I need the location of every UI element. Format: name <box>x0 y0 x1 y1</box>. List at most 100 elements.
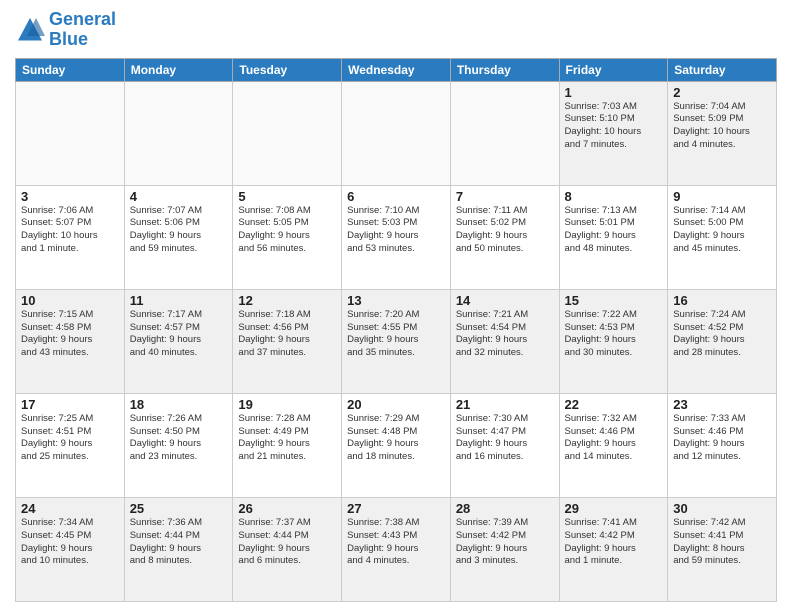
calendar-table: SundayMondayTuesdayWednesdayThursdayFrid… <box>15 58 777 602</box>
day-number: 12 <box>238 293 336 308</box>
calendar-day-cell: 19Sunrise: 7:28 AM Sunset: 4:49 PM Dayli… <box>233 393 342 497</box>
day-info: Sunrise: 7:07 AM Sunset: 5:06 PM Dayligh… <box>130 205 228 256</box>
calendar-day-cell: 29Sunrise: 7:41 AM Sunset: 4:42 PM Dayli… <box>559 497 668 601</box>
day-info: Sunrise: 7:10 AM Sunset: 5:03 PM Dayligh… <box>347 205 445 256</box>
weekday-header-monday: Monday <box>124 58 233 81</box>
day-info: Sunrise: 7:13 AM Sunset: 5:01 PM Dayligh… <box>565 205 663 256</box>
day-info: Sunrise: 7:36 AM Sunset: 4:44 PM Dayligh… <box>130 517 228 568</box>
day-info: Sunrise: 7:08 AM Sunset: 5:05 PM Dayligh… <box>238 205 336 256</box>
day-info: Sunrise: 7:30 AM Sunset: 4:47 PM Dayligh… <box>456 413 554 464</box>
calendar-day-cell: 2Sunrise: 7:04 AM Sunset: 5:09 PM Daylig… <box>668 81 777 185</box>
day-info: Sunrise: 7:11 AM Sunset: 5:02 PM Dayligh… <box>456 205 554 256</box>
day-info: Sunrise: 7:17 AM Sunset: 4:57 PM Dayligh… <box>130 309 228 360</box>
calendar-day-cell: 4Sunrise: 7:07 AM Sunset: 5:06 PM Daylig… <box>124 185 233 289</box>
weekday-header-row: SundayMondayTuesdayWednesdayThursdayFrid… <box>16 58 777 81</box>
day-number: 30 <box>673 501 771 516</box>
day-info: Sunrise: 7:34 AM Sunset: 4:45 PM Dayligh… <box>21 517 119 568</box>
day-number: 14 <box>456 293 554 308</box>
day-info: Sunrise: 7:41 AM Sunset: 4:42 PM Dayligh… <box>565 517 663 568</box>
day-info: Sunrise: 7:15 AM Sunset: 4:58 PM Dayligh… <box>21 309 119 360</box>
day-info: Sunrise: 7:03 AM Sunset: 5:10 PM Dayligh… <box>565 101 663 152</box>
header: General Blue <box>15 10 777 50</box>
day-number: 22 <box>565 397 663 412</box>
calendar-day-cell: 20Sunrise: 7:29 AM Sunset: 4:48 PM Dayli… <box>342 393 451 497</box>
day-info: Sunrise: 7:38 AM Sunset: 4:43 PM Dayligh… <box>347 517 445 568</box>
day-info: Sunrise: 7:33 AM Sunset: 4:46 PM Dayligh… <box>673 413 771 464</box>
calendar-day-cell: 3Sunrise: 7:06 AM Sunset: 5:07 PM Daylig… <box>16 185 125 289</box>
day-info: Sunrise: 7:42 AM Sunset: 4:41 PM Dayligh… <box>673 517 771 568</box>
day-number: 16 <box>673 293 771 308</box>
calendar-day-cell: 12Sunrise: 7:18 AM Sunset: 4:56 PM Dayli… <box>233 289 342 393</box>
day-number: 2 <box>673 85 771 100</box>
calendar-day-cell: 17Sunrise: 7:25 AM Sunset: 4:51 PM Dayli… <box>16 393 125 497</box>
day-info: Sunrise: 7:20 AM Sunset: 4:55 PM Dayligh… <box>347 309 445 360</box>
logo-icon <box>15 15 45 45</box>
weekday-header-thursday: Thursday <box>450 58 559 81</box>
weekday-header-friday: Friday <box>559 58 668 81</box>
day-info: Sunrise: 7:21 AM Sunset: 4:54 PM Dayligh… <box>456 309 554 360</box>
calendar-day-cell <box>16 81 125 185</box>
calendar-day-cell: 8Sunrise: 7:13 AM Sunset: 5:01 PM Daylig… <box>559 185 668 289</box>
day-number: 18 <box>130 397 228 412</box>
calendar-day-cell: 15Sunrise: 7:22 AM Sunset: 4:53 PM Dayli… <box>559 289 668 393</box>
day-number: 27 <box>347 501 445 516</box>
day-info: Sunrise: 7:18 AM Sunset: 4:56 PM Dayligh… <box>238 309 336 360</box>
calendar-week-row: 3Sunrise: 7:06 AM Sunset: 5:07 PM Daylig… <box>16 185 777 289</box>
day-number: 24 <box>21 501 119 516</box>
day-info: Sunrise: 7:22 AM Sunset: 4:53 PM Dayligh… <box>565 309 663 360</box>
day-number: 23 <box>673 397 771 412</box>
calendar-day-cell: 27Sunrise: 7:38 AM Sunset: 4:43 PM Dayli… <box>342 497 451 601</box>
calendar-day-cell: 11Sunrise: 7:17 AM Sunset: 4:57 PM Dayli… <box>124 289 233 393</box>
logo: General Blue <box>15 10 116 50</box>
calendar-day-cell <box>233 81 342 185</box>
calendar-day-cell: 28Sunrise: 7:39 AM Sunset: 4:42 PM Dayli… <box>450 497 559 601</box>
calendar-week-row: 1Sunrise: 7:03 AM Sunset: 5:10 PM Daylig… <box>16 81 777 185</box>
calendar-day-cell: 16Sunrise: 7:24 AM Sunset: 4:52 PM Dayli… <box>668 289 777 393</box>
day-number: 15 <box>565 293 663 308</box>
weekday-header-sunday: Sunday <box>16 58 125 81</box>
calendar-day-cell: 13Sunrise: 7:20 AM Sunset: 4:55 PM Dayli… <box>342 289 451 393</box>
calendar-week-row: 17Sunrise: 7:25 AM Sunset: 4:51 PM Dayli… <box>16 393 777 497</box>
day-number: 7 <box>456 189 554 204</box>
weekday-header-saturday: Saturday <box>668 58 777 81</box>
calendar-day-cell: 26Sunrise: 7:37 AM Sunset: 4:44 PM Dayli… <box>233 497 342 601</box>
day-number: 25 <box>130 501 228 516</box>
calendar-week-row: 24Sunrise: 7:34 AM Sunset: 4:45 PM Dayli… <box>16 497 777 601</box>
day-number: 11 <box>130 293 228 308</box>
calendar-day-cell: 14Sunrise: 7:21 AM Sunset: 4:54 PM Dayli… <box>450 289 559 393</box>
day-info: Sunrise: 7:29 AM Sunset: 4:48 PM Dayligh… <box>347 413 445 464</box>
day-number: 8 <box>565 189 663 204</box>
calendar-day-cell: 22Sunrise: 7:32 AM Sunset: 4:46 PM Dayli… <box>559 393 668 497</box>
day-number: 29 <box>565 501 663 516</box>
day-number: 13 <box>347 293 445 308</box>
day-number: 3 <box>21 189 119 204</box>
calendar-day-cell: 30Sunrise: 7:42 AM Sunset: 4:41 PM Dayli… <box>668 497 777 601</box>
calendar-day-cell: 18Sunrise: 7:26 AM Sunset: 4:50 PM Dayli… <box>124 393 233 497</box>
calendar-week-row: 10Sunrise: 7:15 AM Sunset: 4:58 PM Dayli… <box>16 289 777 393</box>
day-number: 21 <box>456 397 554 412</box>
day-info: Sunrise: 7:32 AM Sunset: 4:46 PM Dayligh… <box>565 413 663 464</box>
calendar-day-cell <box>342 81 451 185</box>
day-number: 9 <box>673 189 771 204</box>
page: General Blue SundayMondayTuesdayWednesda… <box>0 0 792 612</box>
day-number: 6 <box>347 189 445 204</box>
day-number: 20 <box>347 397 445 412</box>
day-number: 1 <box>565 85 663 100</box>
logo-text: General Blue <box>49 10 116 50</box>
calendar-day-cell: 23Sunrise: 7:33 AM Sunset: 4:46 PM Dayli… <box>668 393 777 497</box>
day-number: 26 <box>238 501 336 516</box>
calendar-day-cell: 24Sunrise: 7:34 AM Sunset: 4:45 PM Dayli… <box>16 497 125 601</box>
day-info: Sunrise: 7:25 AM Sunset: 4:51 PM Dayligh… <box>21 413 119 464</box>
day-number: 4 <box>130 189 228 204</box>
calendar-day-cell: 1Sunrise: 7:03 AM Sunset: 5:10 PM Daylig… <box>559 81 668 185</box>
calendar-day-cell: 6Sunrise: 7:10 AM Sunset: 5:03 PM Daylig… <box>342 185 451 289</box>
day-info: Sunrise: 7:24 AM Sunset: 4:52 PM Dayligh… <box>673 309 771 360</box>
day-info: Sunrise: 7:14 AM Sunset: 5:00 PM Dayligh… <box>673 205 771 256</box>
day-info: Sunrise: 7:04 AM Sunset: 5:09 PM Dayligh… <box>673 101 771 152</box>
calendar-day-cell: 21Sunrise: 7:30 AM Sunset: 4:47 PM Dayli… <box>450 393 559 497</box>
calendar-day-cell: 9Sunrise: 7:14 AM Sunset: 5:00 PM Daylig… <box>668 185 777 289</box>
calendar-day-cell <box>124 81 233 185</box>
day-number: 19 <box>238 397 336 412</box>
weekday-header-wednesday: Wednesday <box>342 58 451 81</box>
day-number: 5 <box>238 189 336 204</box>
